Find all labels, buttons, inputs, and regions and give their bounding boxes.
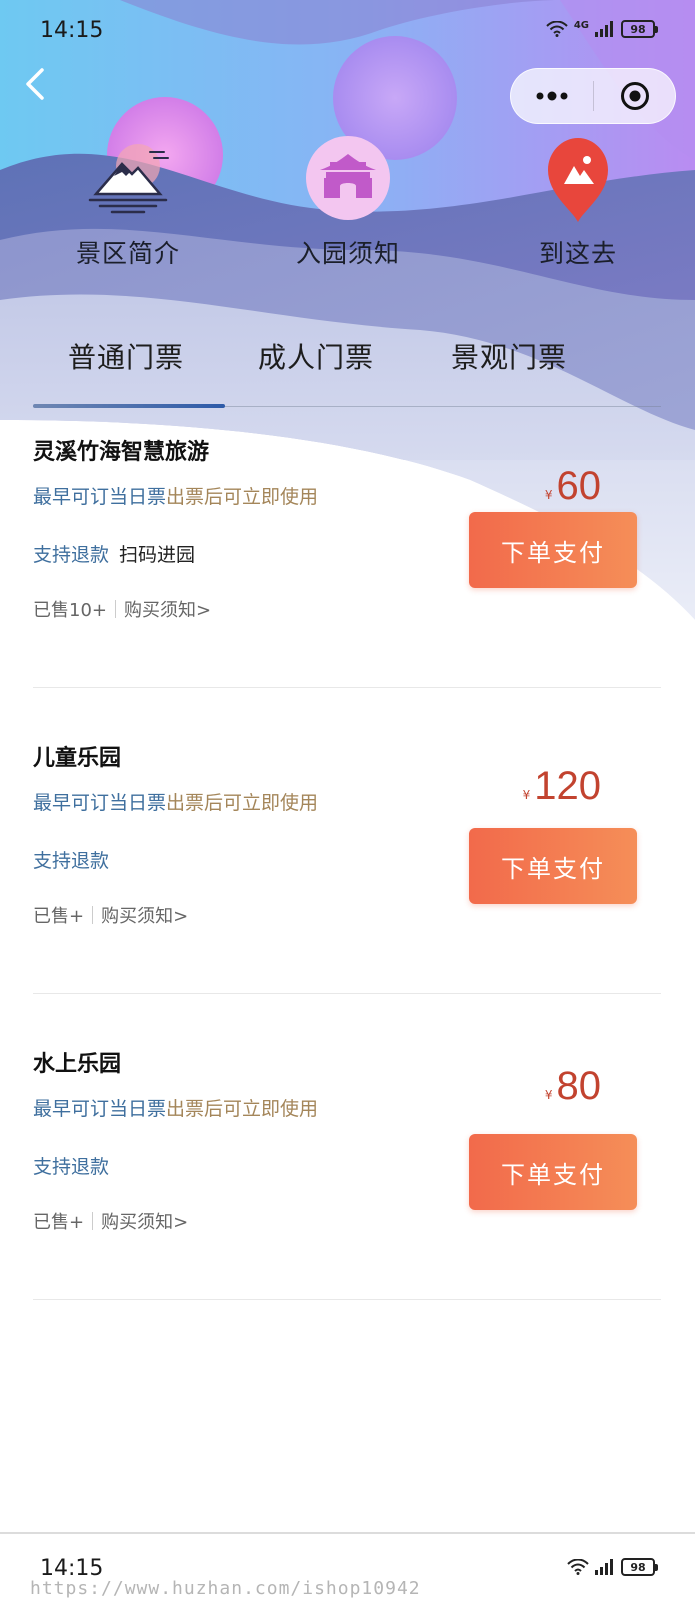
ticket-name: 儿童乐园 [33,746,122,771]
bottom-status-bar: 14:15 98 https://www.huzhan.com/ishop109… [0,1534,695,1600]
sold-separator [92,1212,94,1230]
book-info: 最早可订当日票 [33,792,167,814]
bottom-status-icons: 98 [567,1558,658,1576]
price-value: 120 [534,764,601,808]
ticket-name: 水上乐园 [33,1052,122,1077]
signal-icon [595,21,613,37]
chevron-left-icon [26,68,44,100]
feature-label: 到这去 [538,239,617,268]
battery-icon: 98 [621,20,658,38]
use-info: 出票后可立即使用 [166,486,319,508]
refund-tag: 支持退款 [33,850,110,872]
ticket-features: 支持退款 [33,1152,109,1179]
book-info: 最早可订当日票 [33,1098,167,1120]
ticket-card: 灵溪竹海智慧旅游 最早可订当日票出票后可立即使用 支持退款 扫码进园 已售10+… [33,434,661,734]
currency-symbol: ¥ [544,488,553,502]
ticket-features: 支持退款 [33,846,109,873]
purchase-notice-link[interactable]: 购买须知> [124,596,211,622]
network-label: 4G [573,19,589,31]
close-button[interactable] [594,69,675,123]
tab-scenic[interactable]: 景观门票 [451,336,567,376]
currency-symbol: ¥ [544,1088,553,1102]
sold-count: 已售+ [33,1212,85,1233]
refund-tag: 支持退款 [33,544,110,566]
ticket-tabs: 普通门票 成人门票 景观门票 [33,336,661,408]
sold-separator [115,600,116,618]
ticket-card: 水上乐园 最早可订当日票出票后可立即使用 支持退款 已售+ 购买须知> ¥ 80… [33,1046,661,1346]
status-bar: 14:15 4G 98 [0,0,695,64]
more-dots-icon [536,91,568,101]
purchase-notice-link[interactable]: 购买须知> [101,1208,188,1234]
ticket-price: ¥ 80 [545,1064,601,1109]
ticket-tags: 最早可订当日票出票后可立即使用 [33,482,318,509]
status-time: 14:15 [40,18,104,43]
sold-row: 已售+ 购买须知> [33,902,188,928]
feature-intro[interactable]: 景区简介 [28,130,228,280]
currency-symbol: ¥ [522,788,531,802]
order-pay-button[interactable]: 下单支付 [469,828,637,904]
order-pay-button[interactable]: 下单支付 [469,1134,637,1210]
tab-adult[interactable]: 成人门票 [258,336,374,376]
price-value: 60 [556,464,602,508]
scan-tag: 扫码进园 [119,544,196,566]
gate-pavilion-icon [300,130,396,226]
tab-active-indicator [33,404,225,408]
ticket-price: ¥ 60 [545,464,601,509]
use-info: 出票后可立即使用 [166,792,319,814]
back-button[interactable] [18,66,54,102]
use-info: 出票后可立即使用 [166,1098,319,1120]
ticket-divider [33,687,661,688]
book-info: 最早可订当日票 [33,486,167,508]
sold-row: 已售10+ 购买须知> [33,596,211,622]
battery-icon: 98 [621,1558,658,1576]
order-pay-button[interactable]: 下单支付 [469,512,637,588]
target-icon [620,82,649,110]
ticket-card: 儿童乐园 最早可订当日票出票后可立即使用 支持退款 已售+ 购买须知> ¥ 12… [33,740,661,1040]
ticket-tags: 最早可订当日票出票后可立即使用 [33,788,318,815]
more-button[interactable] [511,69,593,123]
ticket-divider [33,1299,661,1300]
purchase-notice-link[interactable]: 购买须知> [101,902,188,928]
feature-navigate[interactable]: 到这去 [478,130,678,280]
feature-label: 入园须知 [295,239,400,268]
wifi-icon [567,1559,589,1575]
mountain-sun-icon [80,130,176,226]
refund-tag: 支持退款 [33,1156,110,1178]
mini-program-capsule [510,68,676,124]
feature-label: 景区简介 [75,239,180,268]
ticket-features: 支持退款 扫码进园 [33,540,195,567]
signal-icon [595,1559,613,1575]
sold-row: 已售+ 购买须知> [33,1208,188,1234]
sold-count: 已售10+ [33,600,107,621]
price-value: 80 [556,1064,602,1108]
watermark-text: https://www.huzhan.com/ishop10942 [30,1578,421,1599]
ticket-name: 灵溪竹海智慧旅游 [33,440,210,465]
ticket-divider [33,993,661,994]
sold-count: 已售+ [33,906,85,927]
status-icons: 4G 98 [546,19,658,38]
tab-regular[interactable]: 普通门票 [68,336,184,376]
feature-row: 景区简介 入园须知 到这去 [0,130,695,280]
map-pin-icon [530,130,626,226]
wifi-icon [546,21,568,37]
ticket-price: ¥ 120 [523,764,601,809]
ticket-tags: 最早可订当日票出票后可立即使用 [33,1094,318,1121]
feature-notice[interactable]: 入园须知 [248,130,448,280]
sold-separator [92,906,94,924]
